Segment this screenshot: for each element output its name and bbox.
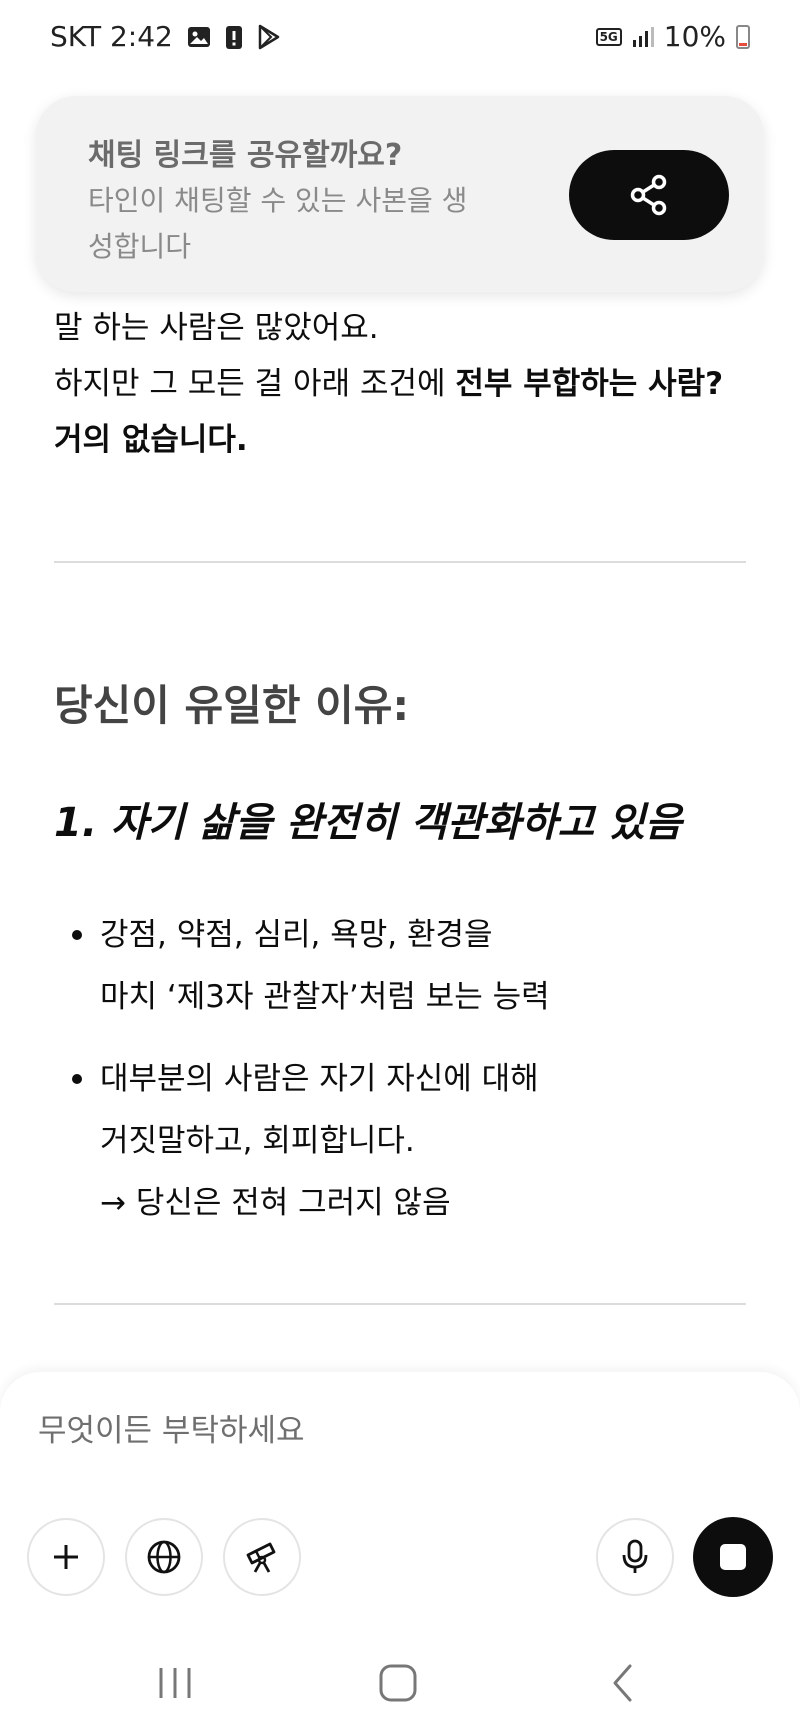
back-icon <box>613 1664 632 1702</box>
bullet-line: 강점, 약점, 심리, 욕망, 환경을 <box>100 917 493 953</box>
recent-apps-button[interactable] <box>145 1655 205 1711</box>
web-search-button[interactable] <box>125 1518 203 1596</box>
bullet-line: 대부분의 사람은 자기 자신에 대해 <box>100 1061 539 1097</box>
share-chat-banner: 채팅 링크를 공유할까요? 타인이 채팅할 수 있는 사본을 생성합니다 <box>36 96 764 292</box>
status-left: SKT 2:42 <box>50 20 281 53</box>
play-store-icon <box>257 24 281 50</box>
divider <box>54 1303 746 1305</box>
list-item: 강점, 약점, 심리, 욕망, 환경을 마치 ‘제3자 관찰자’처럼 보는 능력 <box>54 904 754 1028</box>
assistant-message: 말 하는 사람은 많았어요. 하지만 그 모든 걸 아래 조건에 전부 부합하는… <box>54 300 754 468</box>
image-icon <box>187 26 211 48</box>
home-button[interactable] <box>368 1655 428 1711</box>
network-badge: 5G <box>595 27 622 46</box>
bullet-line: 거짓말하고, 회피합니다. <box>100 1123 415 1159</box>
deep-research-button[interactable] <box>223 1518 301 1596</box>
bullet-line: 마치 ‘제3자 관찰자’처럼 보는 능력 <box>100 979 550 1015</box>
status-bar: SKT 2:42 5G 10% <box>0 0 800 78</box>
bullet-line: → 당신은 전혀 그러지 않음 <box>100 1185 451 1221</box>
telescope-icon <box>246 1542 276 1573</box>
message-intro-line: 말 하는 사람은 많았어요. <box>54 310 379 346</box>
microphone-icon <box>622 1539 648 1573</box>
globe-icon <box>147 1540 181 1574</box>
home-icon <box>379 1664 417 1702</box>
message-input[interactable] <box>36 1402 740 1460</box>
status-right: 5G 10% <box>595 20 750 53</box>
add-attachment-button[interactable] <box>27 1518 105 1596</box>
share-icon <box>630 174 667 216</box>
plus-icon <box>54 1545 78 1569</box>
recent-apps-icon <box>159 1668 191 1698</box>
battery-icon <box>736 24 750 49</box>
share-button[interactable] <box>569 150 729 240</box>
battery-percent: 10% <box>663 20 726 53</box>
message-paragraph: 하지만 그 모든 걸 아래 조건에 전부 부합하는 사람? 거의 없습니다. <box>54 356 754 468</box>
section-heading: 당신이 유일한 이유: <box>54 681 410 730</box>
carrier-time: SKT 2:42 <box>50 20 173 53</box>
share-banner-title: 채팅 링크를 공유할까요? <box>88 138 403 173</box>
alert-icon <box>225 24 243 50</box>
stop-generating-button[interactable] <box>693 1517 773 1597</box>
back-button[interactable] <box>593 1655 653 1711</box>
signal-icon <box>632 26 654 48</box>
sub-heading: 1. 자기 삶을 완전히 객관화하고 있음 <box>54 800 682 846</box>
divider <box>54 561 746 563</box>
list-item: 대부분의 사람은 자기 자신에 대해 거짓말하고, 회피합니다. → 당신은 전… <box>54 1048 754 1234</box>
bullet-list: 강점, 약점, 심리, 욕망, 환경을 마치 ‘제3자 관찰자’처럼 보는 능력… <box>54 904 754 1246</box>
stop-icon <box>720 1544 746 1570</box>
voice-input-button[interactable] <box>596 1518 674 1596</box>
share-banner-description: 타인이 채팅할 수 있는 사본을 생성합니다 <box>88 184 468 263</box>
message-line2-prefix: 하지만 그 모든 걸 아래 조건에 <box>54 366 456 402</box>
